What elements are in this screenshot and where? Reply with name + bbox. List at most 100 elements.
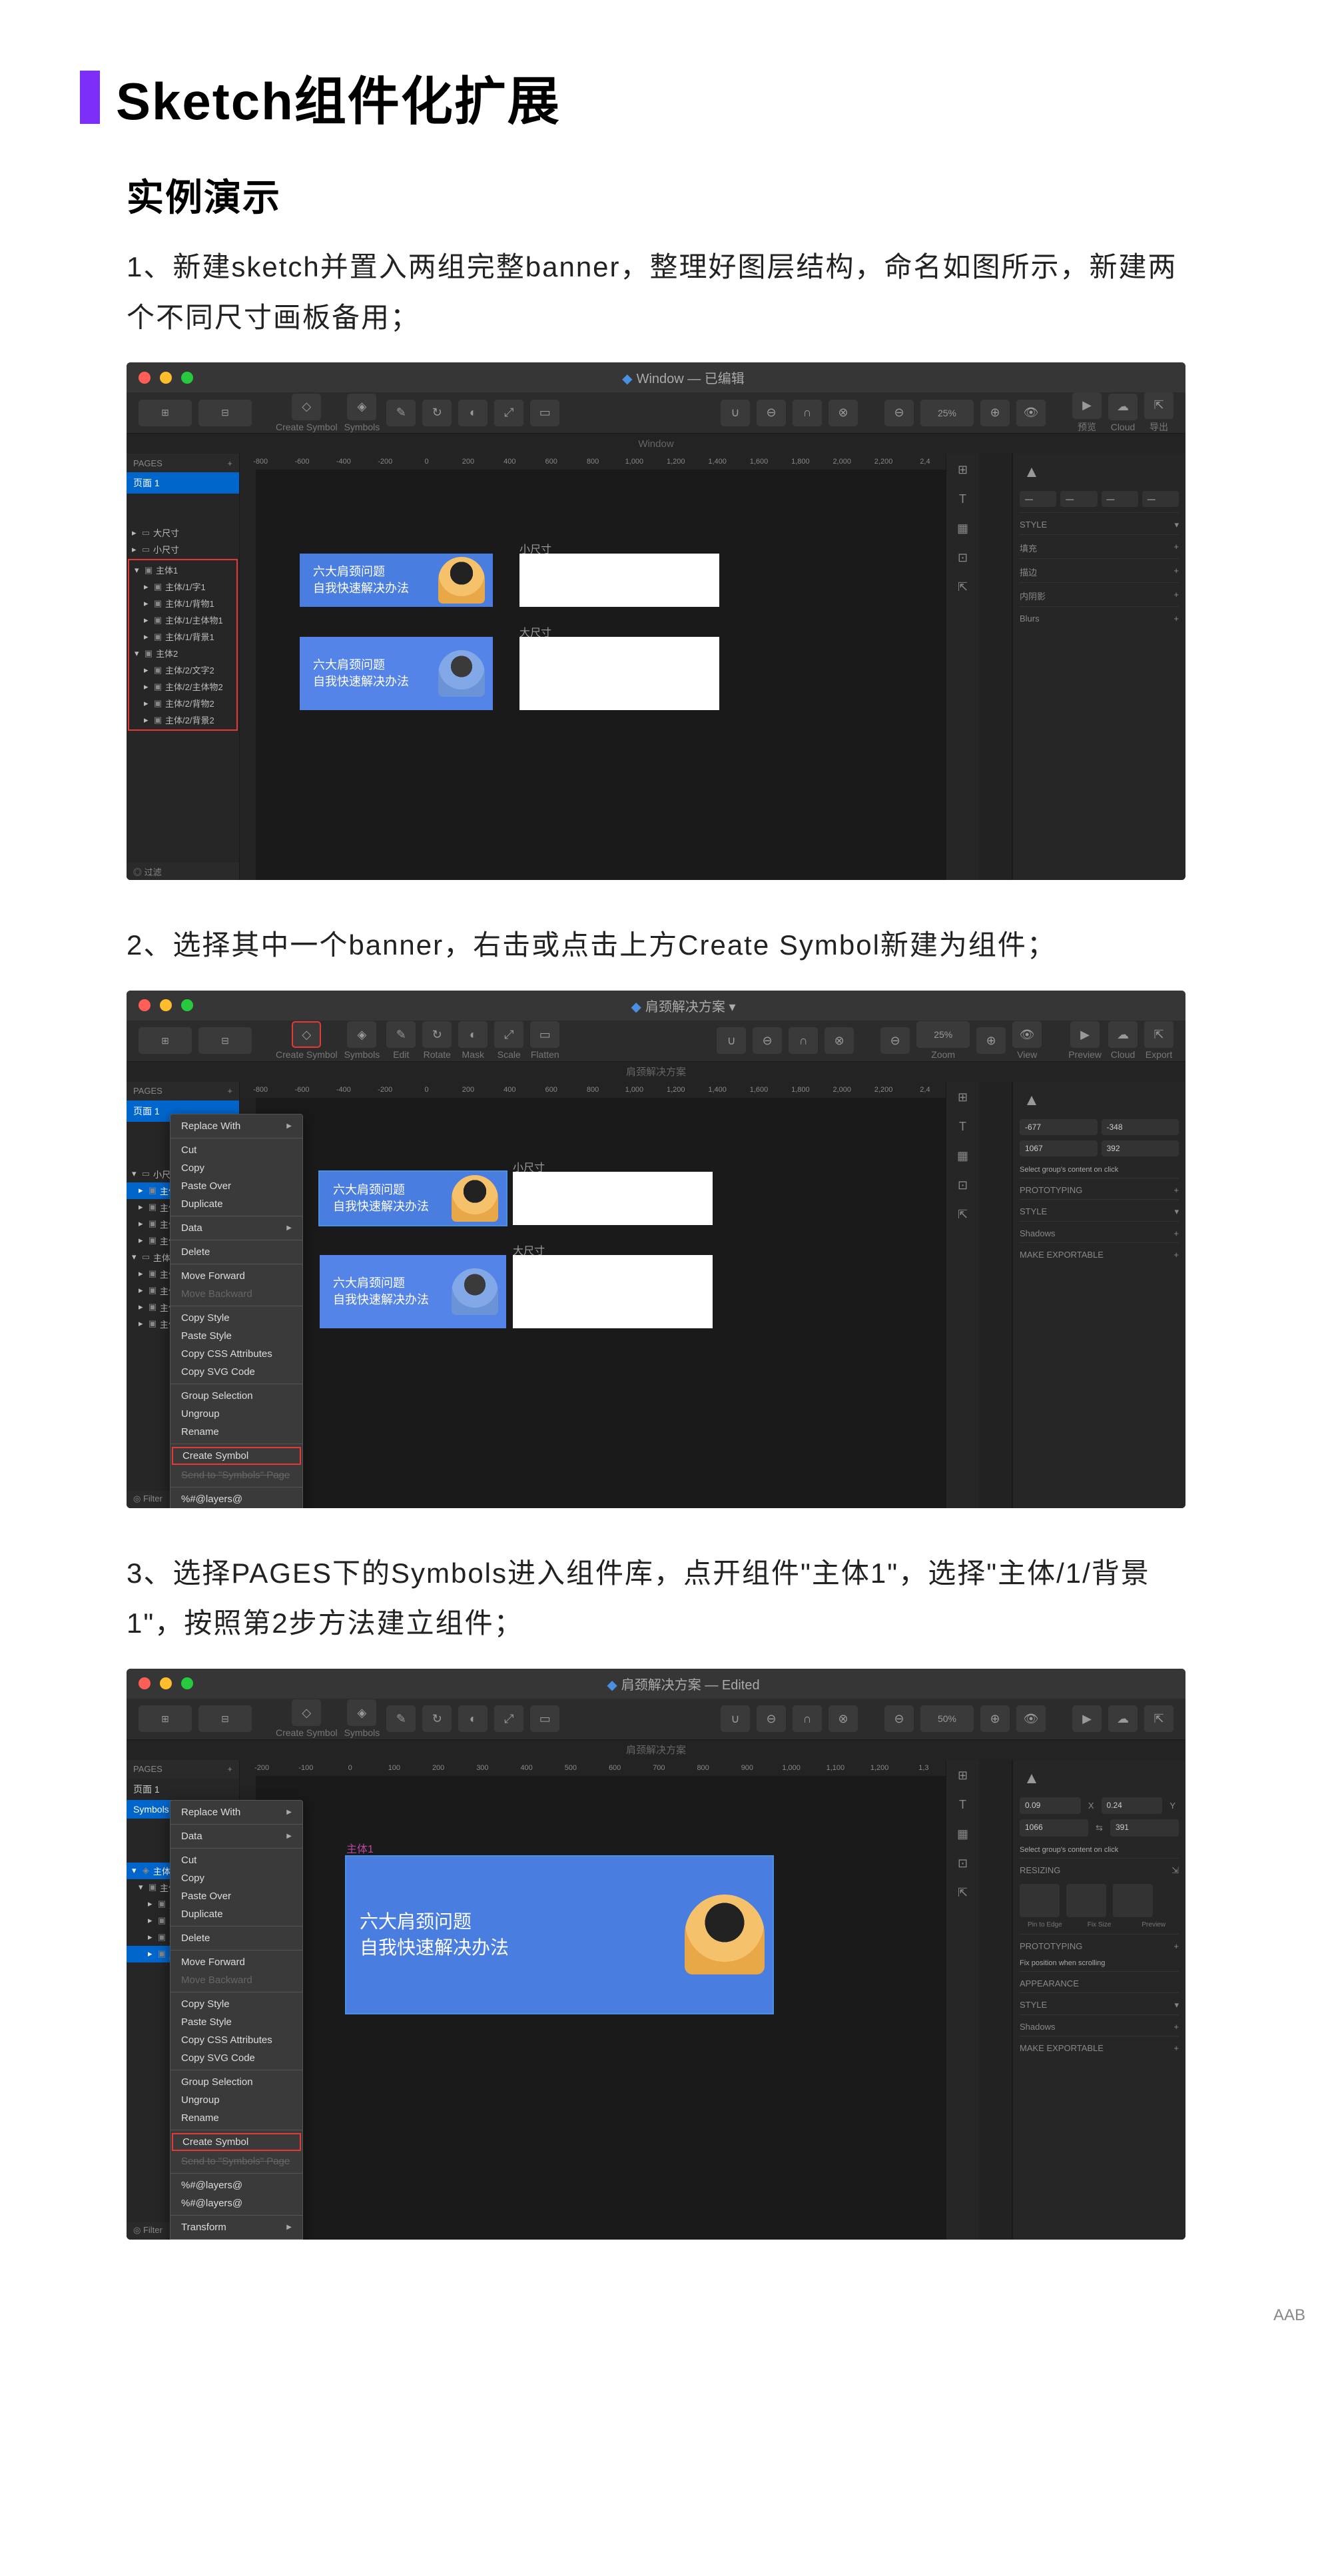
zoom-icon[interactable]	[181, 1677, 193, 1689]
menu-rename[interactable]: Rename	[170, 1423, 302, 1441]
canvas[interactable]: -200-10001002003004005006007008009001,00…	[240, 1760, 946, 2240]
menu-send-to-symbols: Send to "Symbols" Page	[170, 1466, 302, 1484]
step-2-text: 2、选择其中一个banner，右击或点击上方Create Symbol新建为组件…	[127, 920, 1185, 971]
minimize-icon[interactable]	[160, 999, 172, 1011]
artboard-large[interactable]	[519, 637, 719, 710]
banner-1[interactable]: 六大肩颈问题自我快速解决办法	[300, 554, 493, 607]
add-page-button[interactable]: +	[227, 458, 232, 468]
layer-label: 主体1	[156, 564, 178, 576]
menu-copy-css[interactable]: Copy CSS Attributes	[170, 1345, 302, 1363]
image-icon[interactable]: ▦	[954, 519, 972, 538]
rotate-button[interactable]: ↻	[422, 400, 452, 426]
zoom-out-button[interactable]: ⊖	[884, 400, 914, 426]
minimize-icon[interactable]	[160, 1677, 172, 1689]
create-symbol-button[interactable]: ◇	[292, 1699, 321, 1726]
menu-group-selection[interactable]: Group Selection	[170, 1387, 302, 1405]
edit-button[interactable]: ✎	[386, 400, 416, 426]
menu-move-forward[interactable]: Move Forward	[170, 1267, 302, 1285]
artboard-small[interactable]	[519, 554, 719, 607]
zoom-percent[interactable]: 25%	[916, 1021, 970, 1048]
zoom-in-button[interactable]: ⊕	[980, 400, 1010, 426]
minimize-icon[interactable]	[160, 372, 172, 384]
union-button[interactable]: ∪	[721, 400, 750, 426]
canvas[interactable]: -800-600-400-20002004006008001,0001,2001…	[240, 1082, 946, 1508]
menu-paste-style[interactable]: Paste Style	[170, 1327, 302, 1345]
step-3-text: 3、选择PAGES下的Symbols进入组件库，点开组件"主体1"，选择"主体/…	[127, 1548, 1185, 1649]
symbols-button[interactable]: ◈	[347, 1021, 376, 1048]
subtract-button[interactable]: ⊖	[757, 400, 786, 426]
intersect-button[interactable]: ∩	[793, 400, 822, 426]
ungroup-button[interactable]: ⊟	[198, 400, 252, 426]
scale-button[interactable]: ⤢	[494, 400, 523, 426]
context-menu: Replace With Cut Copy Paste Over Duplica…	[170, 1114, 303, 1508]
menu-replace-with[interactable]: Replace With	[170, 1117, 302, 1135]
menu-duplicate[interactable]: Duplicate	[170, 1195, 302, 1213]
left-panel: PAGES + 页面 1 ▸▭大尺寸 ▸▭小尺寸 ▾▣主体1 ▸▣主体/1/字1 …	[127, 454, 240, 880]
menu-delete[interactable]: Delete	[170, 1243, 302, 1261]
export-button[interactable]: ⇱	[1144, 392, 1173, 419]
layer-label: 大尺寸	[153, 526, 179, 539]
symbol-banner[interactable]: 六大肩颈问题自我快速解决办法	[346, 1857, 773, 2013]
close-icon[interactable]	[139, 999, 151, 1011]
page-item[interactable]: 页面 1	[127, 472, 239, 494]
menu-ungroup[interactable]: Ungroup	[170, 1405, 302, 1423]
plugin-logo-icon[interactable]: ▲	[1020, 1088, 1044, 1112]
toolbar: ⊞ ⊟ ◇Create Symbol ◈Symbols ✎ ↻ ◐ ⤢ ▭ ∪ …	[127, 392, 1185, 434]
canvas[interactable]: -800-600-400-20002004006008001,0001,2001…	[240, 454, 946, 880]
flatten-button[interactable]: ▭	[530, 400, 559, 426]
preview-button[interactable]: ▶	[1072, 392, 1102, 419]
menu-paste-over[interactable]: Paste Over	[170, 1177, 302, 1195]
heading-accent-bar	[80, 71, 100, 124]
page-title: Sketch组件化扩展	[116, 60, 561, 135]
screenshot-1: ◆Window — 已编辑 ⊞ ⊟ ◇Create Symbol ◈Symbol…	[127, 362, 1185, 880]
plugin-logo-icon[interactable]: ▲	[1020, 460, 1044, 484]
insert-icon[interactable]: ⊞	[954, 460, 972, 479]
text-icon[interactable]: T	[954, 490, 972, 508]
layer-label: 小尺寸	[153, 543, 179, 556]
window-title: ◆肩颈解决方案 — Edited	[193, 1674, 1173, 1693]
plugin-strip	[979, 454, 1012, 880]
mask-button[interactable]: ◐	[458, 400, 488, 426]
banner-2[interactable]: 六大肩颈问题自我快速解决办法	[300, 637, 493, 710]
create-symbol-button[interactable]: ◇	[292, 394, 321, 420]
pages-label: PAGES	[133, 458, 163, 468]
window-title: ◆肩颈解决方案 ▾	[193, 996, 1173, 1015]
titlebar: ◆Window — 已编辑	[127, 362, 1185, 392]
close-icon[interactable]	[139, 372, 151, 384]
view-button[interactable]: 👁	[1016, 400, 1046, 426]
cloud-button[interactable]: ☁	[1108, 394, 1138, 420]
screenshot-3: ◆肩颈解决方案 — Edited ⊞⊟ ◇Create Symbol ◈Symb…	[127, 1669, 1185, 2240]
menu-move-backward[interactable]: Move Backward	[170, 1285, 302, 1303]
right-icon-strip: ⊞ T ▦ ⊡ ⇱	[946, 454, 979, 880]
subtitle: 实例演示	[127, 168, 1212, 222]
document-name: Window	[127, 434, 1185, 454]
menu-copy-svg[interactable]: Copy SVG Code	[170, 1363, 302, 1381]
banner-selected[interactable]: 六大肩颈问题自我快速解决办法	[320, 1172, 506, 1225]
watermark: AAB	[0, 2306, 1332, 2325]
difference-button[interactable]: ⊗	[829, 400, 858, 426]
step-1-text: 1、新建sketch并置入两组完整banner，整理好图层结构，命名如图所示，新…	[127, 242, 1185, 342]
grid-icon[interactable]: ⊡	[954, 548, 972, 567]
symbols-button[interactable]: ◈	[347, 394, 376, 420]
menu-cut[interactable]: Cut	[170, 1141, 302, 1159]
zoom-icon[interactable]	[181, 372, 193, 384]
layer-tree: ▸▭大尺寸 ▸▭小尺寸 ▾▣主体1 ▸▣主体/1/字1 ▸▣主体/1/背物1 ▸…	[127, 494, 239, 863]
menu-copy-style[interactable]: Copy Style	[170, 1309, 302, 1327]
zoom-percent[interactable]: 25%	[920, 400, 974, 426]
heading-row: Sketch组件化扩展	[80, 60, 1212, 135]
ungroup-button[interactable]: ⊟	[198, 1027, 252, 1054]
layer-filter[interactable]: ◎ 过滤	[127, 863, 239, 880]
group-button[interactable]: ⊞	[139, 1027, 192, 1054]
create-symbol-button[interactable]: ◇	[292, 1021, 321, 1048]
zoom-icon[interactable]	[181, 999, 193, 1011]
group-button[interactable]: ⊞	[139, 400, 192, 426]
menu-create-symbol[interactable]: Create Symbol	[172, 2133, 301, 2151]
menu-data[interactable]: Data	[170, 1219, 302, 1237]
window-title: ◆Window — 已编辑	[193, 368, 1173, 387]
export-icon[interactable]: ⇱	[954, 578, 972, 596]
inspector: ▲ ———— STYLE▾ 填充+ 描边+ 内阴影+ Blurs+	[1012, 454, 1185, 880]
menu-copy[interactable]: Copy	[170, 1159, 302, 1177]
symbols-button[interactable]: ◈	[347, 1699, 376, 1726]
close-icon[interactable]	[139, 1677, 151, 1689]
menu-create-symbol[interactable]: Create Symbol	[172, 1447, 301, 1465]
